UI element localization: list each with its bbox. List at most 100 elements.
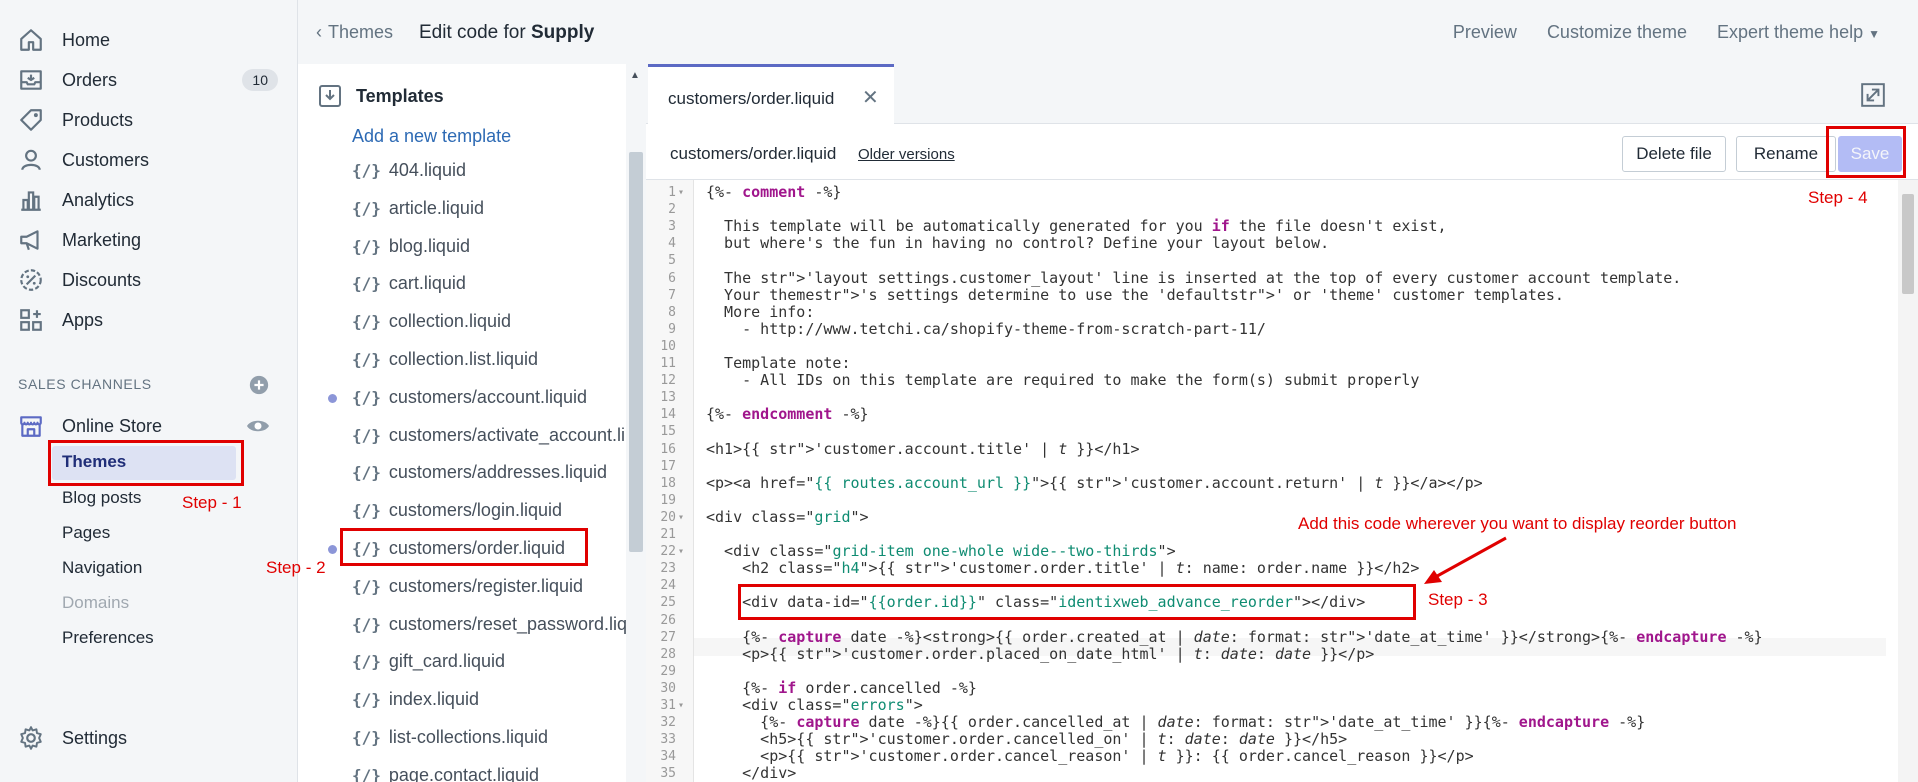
- preview-link[interactable]: Preview: [1453, 22, 1517, 43]
- template-file[interactable]: {/} customers/login.liquid: [352, 500, 562, 521]
- editor-scrollbar[interactable]: [1898, 180, 1918, 782]
- tab-label: customers/order.liquid: [668, 89, 835, 108]
- annotation-step-3: Step - 3: [1428, 590, 1488, 609]
- code-line: 32 {%- capture date -%}{{ order.cancelle…: [646, 714, 1886, 731]
- template-file[interactable]: {/} customers/activate_account.li: [352, 425, 625, 446]
- template-file-label: customers/register.liquid: [388, 575, 583, 596]
- template-file-label: customers/login.liquid: [388, 500, 562, 521]
- rename-button[interactable]: Rename: [1736, 136, 1836, 172]
- line-number: 17: [660, 458, 676, 474]
- line-number: 34: [660, 749, 676, 765]
- editor-tab[interactable]: customers/order.liquid ✕: [648, 64, 894, 124]
- code-line: 15: [646, 423, 1886, 440]
- template-file[interactable]: {/} customers/reset_password.liq: [352, 614, 627, 635]
- store-icon: [20, 416, 42, 437]
- line-number: 22: [660, 544, 676, 560]
- code-line: 16 <h1>{{ str">'customer.account.title' |…: [646, 440, 1886, 458]
- scroll-thumb[interactable]: [1902, 194, 1914, 294]
- fullscreen-icon[interactable]: [1860, 82, 1886, 108]
- nav-label: Orders: [62, 69, 118, 90]
- template-file[interactable]: {/} collection.liquid: [352, 311, 511, 332]
- nav-settings[interactable]: Settings: [0, 718, 298, 758]
- nav-home[interactable]: Home: [0, 20, 298, 60]
- code-area[interactable]: 1 ▾ {%- comment -%} 2 3 This template will b…: [646, 180, 1886, 782]
- nav-discounts[interactable]: Discounts: [0, 260, 298, 300]
- template-file[interactable]: {/} blog.liquid: [352, 236, 470, 257]
- scroll-thumb[interactable]: [629, 152, 643, 552]
- code-line: 22 ▾ <div class="grid-item one-whole wide…: [646, 543, 1886, 560]
- code-file-icon: {/}: [352, 387, 381, 407]
- nav-customers[interactable]: Customers: [0, 140, 298, 180]
- fold-toggle-icon[interactable]: ▾: [678, 697, 684, 714]
- line-number: 35: [660, 766, 676, 782]
- sub-nav-domains[interactable]: Domains: [62, 593, 129, 613]
- code-line: 3 This template will be automatically ge…: [646, 218, 1886, 235]
- sub-nav-pages[interactable]: Pages: [62, 523, 110, 543]
- template-file[interactable]: {/} article.liquid: [352, 198, 484, 219]
- template-file[interactable]: {/} customers/register.liquid: [352, 576, 583, 597]
- annotation-step-2: Step - 2: [266, 558, 326, 577]
- code-text: - All IDs on this template are required …: [706, 371, 1420, 390]
- nav-label: Settings: [62, 727, 128, 748]
- older-versions-link[interactable]: Older versions: [858, 146, 955, 163]
- code-line: 17: [646, 458, 1886, 475]
- close-icon[interactable]: ✕: [862, 85, 879, 110]
- nav-analytics[interactable]: Analytics: [0, 180, 298, 220]
- eye-icon[interactable]: [246, 414, 270, 438]
- template-file[interactable]: {/} cart.liquid: [352, 273, 466, 294]
- templates-folder[interactable]: Templates: [356, 86, 444, 107]
- line-number: 6: [668, 270, 676, 286]
- sub-nav-preferences[interactable]: Preferences: [62, 628, 154, 648]
- nav-orders[interactable]: Orders 10: [0, 60, 298, 100]
- add-circle-icon[interactable]: [248, 374, 270, 396]
- delete-file-button[interactable]: Delete file: [1622, 136, 1726, 172]
- fold-toggle-icon[interactable]: ▾: [678, 509, 684, 526]
- code-editor: customers/order.liquid ✕ customers/order…: [646, 64, 1918, 782]
- code-file-icon: {/}: [352, 576, 381, 596]
- annotation-box-save: [1826, 126, 1906, 178]
- code-text: <h2 class="h4">{{ str">'customer.order.t…: [706, 559, 1420, 578]
- code-line: 6 The str">'layout settings.customer_lay…: [646, 268, 1886, 287]
- code-text: <div class="errors">: [706, 696, 923, 714]
- template-file[interactable]: {/} 404.liquid: [352, 160, 466, 181]
- file-name: customers/order.liquid: [670, 144, 837, 163]
- template-file[interactable]: {/} index.liquid: [352, 689, 479, 710]
- template-file[interactable]: {/} page.contact.liquid: [352, 765, 539, 782]
- template-file[interactable]: {/} list-collections.liquid: [352, 727, 548, 748]
- template-file[interactable]: {/} gift_card.liquid: [352, 651, 505, 672]
- template-file-label: gift_card.liquid: [388, 651, 505, 672]
- nav-products[interactable]: Products: [0, 100, 298, 140]
- code-line: 1 ▾ {%- comment -%}: [646, 184, 1886, 201]
- expert-help-dropdown[interactable]: Expert theme help ▼: [1717, 22, 1880, 43]
- code-text: The str">'layout settings.customer_layou…: [706, 268, 1682, 287]
- fold-toggle-icon[interactable]: ▾: [678, 184, 684, 201]
- code-line: 7 Your themestr">'s settings determine t…: [646, 285, 1886, 304]
- code-text: Your themestr">'s settings determine to …: [706, 285, 1564, 304]
- template-file-label: list-collections.liquid: [388, 727, 548, 747]
- code-line: 12 - All IDs on this template are requir…: [646, 372, 1886, 389]
- code-file-icon: {/}: [352, 198, 381, 218]
- sub-nav-navigation[interactable]: Navigation: [62, 558, 142, 578]
- gear-icon: [20, 726, 42, 750]
- top-actions: Preview Customize theme Expert theme hel…: [1453, 22, 1880, 43]
- folder-download-icon: [319, 85, 341, 107]
- sub-nav-blog-posts[interactable]: Blog posts: [62, 488, 141, 508]
- customize-theme-link[interactable]: Customize theme: [1547, 22, 1687, 43]
- nav-label: Customers: [62, 149, 150, 170]
- nav-apps[interactable]: Apps: [0, 300, 298, 340]
- back-to-themes-link[interactable]: ‹ Themes: [316, 22, 393, 43]
- nav-marketing[interactable]: Marketing: [0, 220, 298, 260]
- code-file-icon: {/}: [352, 652, 381, 672]
- fold-toggle-icon[interactable]: ▾: [678, 543, 684, 560]
- template-file[interactable]: {/} collection.list.liquid: [352, 349, 538, 370]
- file-tree-scrollbar[interactable]: ▲: [626, 64, 646, 782]
- top-bar: ‹ Themes Edit code for Supply Preview Cus…: [298, 0, 1918, 64]
- apps-icon: [20, 309, 42, 331]
- code-file-icon: {/}: [352, 161, 381, 180]
- template-file[interactable]: {/} customers/addresses.liquid: [352, 462, 607, 483]
- code-line: 34 <p>{{ str">'customer.order.cancel_rea…: [646, 748, 1886, 765]
- edit-prefix: Edit code for: [419, 22, 526, 43]
- template-file-label: article.liquid: [388, 197, 484, 218]
- add-template-link[interactable]: Add a new template: [352, 126, 511, 147]
- template-file[interactable]: {/} customers/account.liquid: [352, 387, 587, 408]
